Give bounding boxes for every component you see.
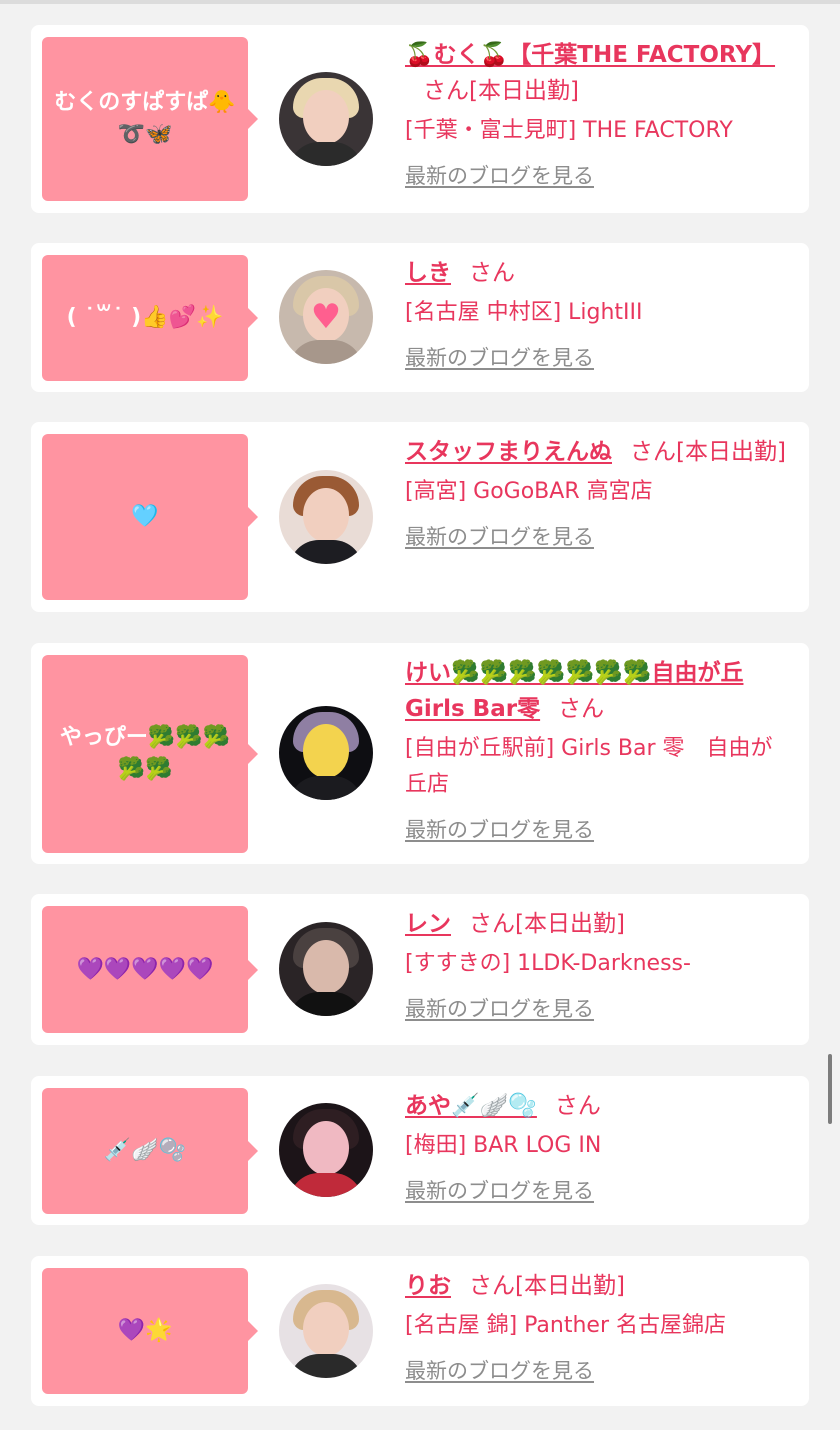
cast-name-link[interactable]: りお <box>405 1273 451 1299</box>
avatar-face <box>303 1121 349 1175</box>
message-text: 💜🌟 <box>117 1318 173 1343</box>
cast-info: あや💉🪽🫧 さん [梅田] BAR LOG IN 最新のブログを見る <box>405 1088 791 1206</box>
cast-card: 💜💜💜💜💜 レン さん[本日出勤] [すすきの] 1LDK-Darkness- 最… <box>31 894 809 1045</box>
shop-info: [自由が丘駅前] Girls Bar 零 自由が丘店 <box>405 736 773 797</box>
cast-suffix: さん <box>554 1093 601 1119</box>
latest-blog-link[interactable]: 最新のブログを見る <box>405 343 594 373</box>
cast-info: レン さん[本日出勤] [すすきの] 1LDK-Darkness- 最新のブログを… <box>405 906 791 1024</box>
message-bubble: 🩵 <box>42 434 258 600</box>
cast-avatar[interactable] <box>279 72 373 166</box>
avatar-body <box>289 142 363 166</box>
message-text: むくのすぱすぱ🐥➰🦋 <box>54 90 236 147</box>
cast-suffix: さん[本日出勤] <box>469 911 625 937</box>
avatar-body <box>289 992 363 1016</box>
name-line: けい🥦🥦🥦🥦🥦🥦🥦自由が丘Girls Bar零 さん <box>405 655 791 727</box>
message-text: ( ˙꒳˙ )👍💕✨ <box>66 305 224 330</box>
avatar-face <box>303 1302 349 1356</box>
message-bubble: 💜💜💜💜💜 <box>42 906 258 1033</box>
cast-name-link[interactable]: しき <box>405 260 451 286</box>
message-bubble: 💜🌟 <box>42 1268 258 1394</box>
cast-suffix: さん[本日出勤] <box>630 439 786 465</box>
cast-name-link[interactable]: あや💉🪽🫧 <box>405 1093 537 1119</box>
cast-card: 🩵 スタッフまりえんぬ さん[本日出勤] [高宮] GoGoBAR 高宮店 最新の… <box>31 422 809 612</box>
avatar-face <box>303 940 349 994</box>
avatar-body <box>289 1173 363 1197</box>
cast-avatar[interactable] <box>279 470 373 564</box>
message-bubble: ( ˙꒳˙ )👍💕✨ <box>42 255 258 381</box>
name-line: しき さん <box>405 255 791 291</box>
latest-blog-link[interactable]: 最新のブログを見る <box>405 1356 594 1386</box>
avatar-body <box>289 540 363 564</box>
cast-card: 💉🪽🫧 あや💉🪽🫧 さん [梅田] BAR LOG IN 最新のブログを見る <box>31 1076 809 1225</box>
cast-info: りお さん[本日出勤] [名古屋 錦] Panther 名古屋錦店 最新のブログを… <box>405 1268 791 1386</box>
name-line: あや💉🪽🫧 さん <box>405 1088 791 1124</box>
latest-blog-link[interactable]: 最新のブログを見る <box>405 1176 594 1206</box>
name-line: 🍒むく🍒【千葉THE FACTORY】さん[本日出勤] <box>405 37 791 109</box>
avatar-body <box>289 340 363 364</box>
cast-name-link[interactable]: レン <box>405 911 451 937</box>
latest-blog-link[interactable]: 最新のブログを見る <box>405 815 594 845</box>
message-bubble: むくのすぱすぱ🐥➰🦋 <box>42 37 258 201</box>
avatar-body <box>289 1354 363 1378</box>
cast-suffix: さん[本日出勤] <box>469 1273 625 1299</box>
shop-info: [千葉・富士見町] THE FACTORY <box>405 118 733 143</box>
cast-avatar[interactable] <box>279 922 373 1016</box>
avatar-face <box>303 724 349 778</box>
shop-info: [名古屋 中村区] LightIII <box>405 300 643 325</box>
cast-avatar[interactable] <box>279 1103 373 1197</box>
avatar-face <box>303 488 349 542</box>
cast-card: ( ˙꒳˙ )👍💕✨ ♥ しき さん [名古屋 中村区] LightIII 最新の… <box>31 243 809 392</box>
message-text: 💜💜💜💜💜 <box>76 956 214 982</box>
cast-suffix: さん <box>558 696 605 722</box>
shop-info: [名古屋 錦] Panther 名古屋錦店 <box>405 1313 726 1338</box>
cast-info: 🍒むく🍒【千葉THE FACTORY】さん[本日出勤] [千葉・富士見町] TH… <box>405 37 791 191</box>
cast-card: むくのすぱすぱ🐥➰🦋 🍒むく🍒【千葉THE FACTORY】さん[本日出勤] [… <box>31 25 809 213</box>
latest-blog-link[interactable]: 最新のブログを見る <box>405 522 594 552</box>
message-text: 💉🪽🫧 <box>103 1138 187 1163</box>
cast-info: けい🥦🥦🥦🥦🥦🥦🥦自由が丘Girls Bar零 さん [自由が丘駅前] Girls… <box>405 655 791 845</box>
cast-card: 💜🌟 りお さん[本日出勤] [名古屋 錦] Panther 名古屋錦店 最新のブ… <box>31 1256 809 1406</box>
cast-avatar[interactable] <box>279 1284 373 1378</box>
avatar-body <box>289 776 363 800</box>
shop-info: [高宮] GoGoBAR 高宮店 <box>405 479 653 504</box>
top-divider <box>0 0 840 4</box>
shop-info: [梅田] BAR LOG IN <box>405 1133 602 1158</box>
cast-suffix: さん <box>469 260 515 286</box>
avatar-face <box>303 90 349 144</box>
name-line: りお さん[本日出勤] <box>405 1268 791 1304</box>
cast-name-link[interactable]: スタッフまりえんぬ <box>405 439 612 465</box>
cast-avatar[interactable]: ♥ <box>279 270 373 364</box>
latest-blog-link[interactable]: 最新のブログを見る <box>405 161 594 191</box>
cast-name-link[interactable]: 🍒むく🍒【千葉THE FACTORY】 <box>405 42 775 68</box>
name-line: スタッフまりえんぬ さん[本日出勤] <box>405 434 791 470</box>
heart-sticker-icon: ♥ <box>310 297 342 337</box>
cast-info: しき さん [名古屋 中村区] LightIII 最新のブログを見る <box>405 255 791 373</box>
cast-avatar[interactable] <box>279 706 373 800</box>
shop-info: [すすきの] 1LDK-Darkness- <box>405 951 691 976</box>
cast-card: やっぴー🥦🥦🥦🥦🥦 けい🥦🥦🥦🥦🥦🥦🥦自由が丘Girls Bar零 さん [自由が… <box>31 643 809 864</box>
scrollbar-thumb[interactable] <box>828 1054 832 1124</box>
name-line: レン さん[本日出勤] <box>405 906 791 942</box>
cast-info: スタッフまりえんぬ さん[本日出勤] [高宮] GoGoBAR 高宮店 最新のブロ… <box>405 434 791 552</box>
message-text: やっぴー🥦🥦🥦🥦🥦 <box>59 725 231 782</box>
message-bubble: やっぴー🥦🥦🥦🥦🥦 <box>42 655 258 853</box>
latest-blog-link[interactable]: 最新のブログを見る <box>405 994 594 1024</box>
message-bubble: 💉🪽🫧 <box>42 1088 258 1214</box>
message-text: 🩵 <box>131 504 159 529</box>
cast-suffix: さん[本日出勤] <box>423 78 579 104</box>
